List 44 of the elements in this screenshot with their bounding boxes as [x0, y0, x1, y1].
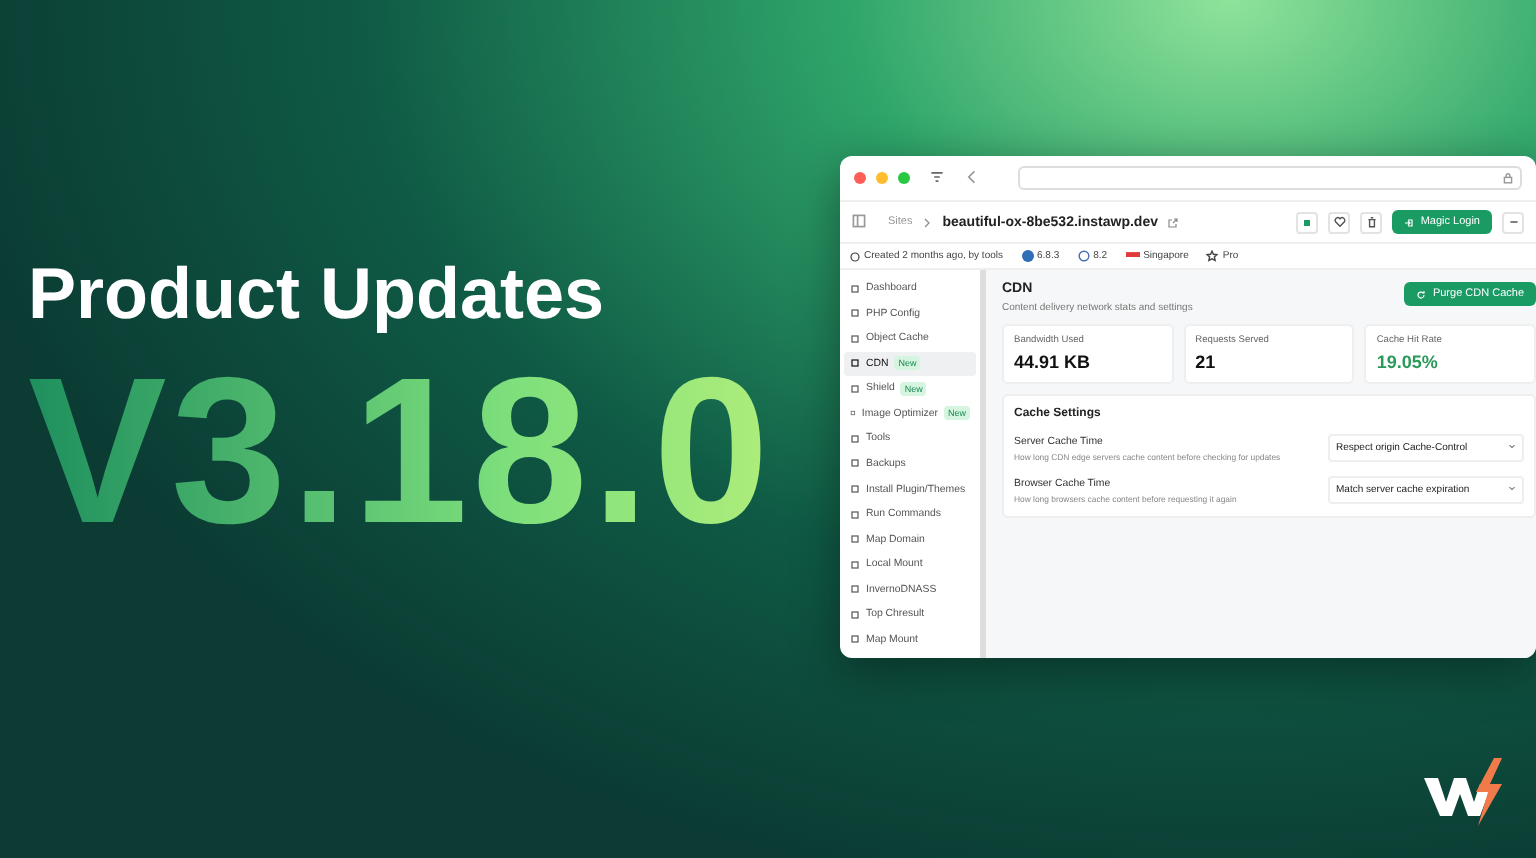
caret-icon [1508, 442, 1516, 450]
more-icon [1507, 216, 1519, 228]
filter-icon [930, 169, 944, 183]
flag-icon [1125, 251, 1140, 261]
menu-item-icon [850, 484, 860, 495]
more-button[interactable] [1502, 211, 1524, 233]
menu-item-icon [850, 333, 860, 344]
close-button[interactable] [854, 172, 866, 184]
pin-button[interactable] [1296, 211, 1319, 233]
chevron-icon [922, 217, 933, 227]
menu-item-icon [850, 308, 860, 319]
star-icon [1206, 250, 1219, 262]
menu-item-icon [850, 584, 860, 595]
menu-item-icon [850, 509, 860, 520]
external-link-icon [1167, 217, 1178, 227]
menu-item-icon [850, 559, 860, 570]
delete-button[interactable] [1360, 211, 1383, 233]
menu-item-icon [850, 534, 860, 545]
lock-icon [1502, 172, 1514, 184]
globe-icon [1021, 250, 1033, 262]
stat-value: 19.05% [1376, 352, 1440, 372]
headline: Product Updates [28, 252, 607, 336]
menu-item-icon [850, 283, 860, 294]
caret-icon [1508, 484, 1516, 492]
back-icon [966, 169, 980, 183]
login-icon [1404, 217, 1415, 227]
circle-icon [1077, 250, 1090, 262]
refresh-icon [1416, 289, 1427, 299]
stat-value: 21 [1195, 352, 1218, 372]
clock-icon [850, 251, 860, 261]
heart-icon [1333, 216, 1346, 228]
trash-icon [1365, 216, 1378, 228]
menu-item-icon [850, 433, 860, 444]
logo-icon [1420, 754, 1508, 830]
menu-item-icon [850, 458, 860, 469]
menu-item-icon [850, 634, 860, 645]
menu-item-icon [850, 383, 860, 394]
stat-value: 44.91 KB [1014, 352, 1093, 372]
menu-item-icon [850, 609, 860, 620]
heart-button[interactable] [1328, 211, 1351, 233]
menu-item-icon [850, 358, 860, 369]
sidebar-icon [852, 213, 866, 227]
maximize-button[interactable] [898, 172, 910, 184]
square-icon [1302, 217, 1313, 227]
